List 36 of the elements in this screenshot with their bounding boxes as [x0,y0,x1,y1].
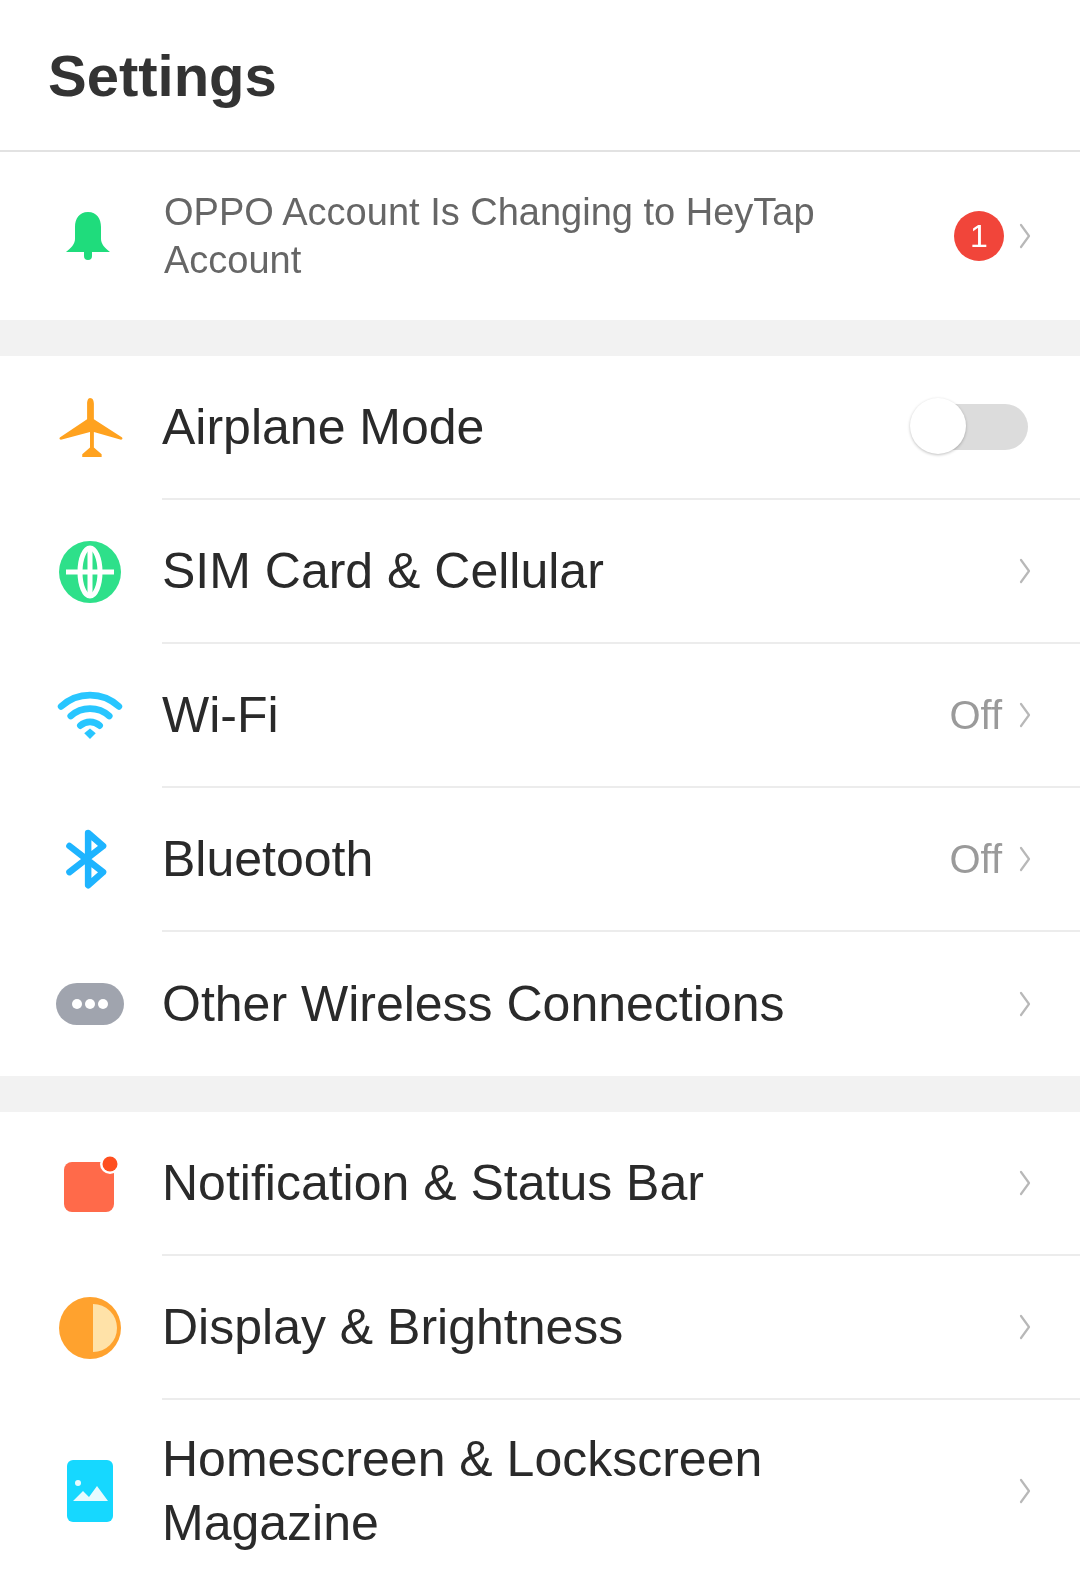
status-value: Off [949,836,1002,882]
chevron-right-icon [1018,557,1032,585]
setting-label: Notification & Status Bar [162,1154,705,1213]
setting-label: SIM Card & Cellular [162,542,605,601]
notification-badge: 1 [954,211,1004,261]
setting-label: Wi-Fi [162,686,280,745]
image-icon [66,1459,114,1523]
chevron-right-icon [1018,701,1032,729]
setting-label: Bluetooth [162,830,375,889]
chevron-right-icon [1018,845,1032,873]
page-title: Settings [48,41,277,109]
notice-text: OPPO Account Is Changing to HeyTap Account [164,190,816,283]
settings-row[interactable]: Wi-Fi Off [0,644,1080,788]
settings-row[interactable]: Notification & Status Bar [0,1112,1080,1256]
setting-label: Homescreen & Lockscreen Magazine [162,1430,764,1553]
chevron-right-icon [1018,222,1032,250]
setting-label: Airplane Mode [162,398,486,457]
half-circle-icon [58,1296,122,1360]
status-value: Off [949,692,1002,738]
chevron-right-icon [1018,1169,1032,1197]
settings-row[interactable]: Display & Brightness [0,1256,1080,1400]
chevron-right-icon [1018,990,1032,1018]
ellipsis-icon [55,982,125,1026]
settings-row[interactable]: Other Wireless Connections [0,932,1080,1076]
globe-icon [58,540,122,604]
wifi-icon [56,691,124,741]
setting-label: Display & Brightness [162,1298,625,1357]
settings-row[interactable]: SIM Card & Cellular [0,500,1080,644]
airplane-icon [56,396,124,460]
settings-row[interactable]: Bluetooth Off [0,788,1080,932]
settings-row[interactable]: Airplane Mode [0,356,1080,500]
setting-label: Other Wireless Connections [162,975,786,1034]
settings-row[interactable]: Homescreen & Lockscreen Magazine [0,1400,1080,1582]
chevron-right-icon [1018,1477,1032,1505]
chevron-right-icon [1018,1313,1032,1341]
notice-row[interactable]: OPPO Account Is Changing to HeyTap Account 1 [0,152,1080,320]
